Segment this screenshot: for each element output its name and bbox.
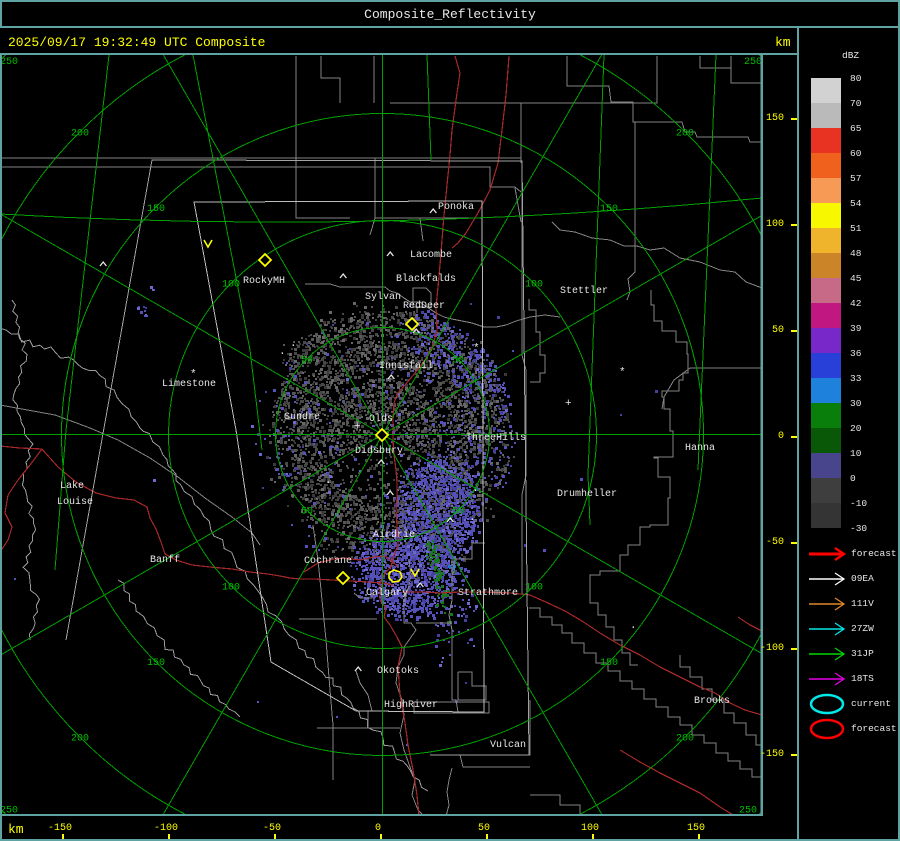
svg-text:100: 100 bbox=[525, 582, 543, 593]
svg-text:150: 150 bbox=[600, 658, 618, 669]
svg-text:.: . bbox=[325, 475, 332, 487]
svg-text:HighRiver: HighRiver bbox=[384, 699, 438, 711]
svg-text:Stettler: Stettler bbox=[560, 285, 608, 297]
svg-text:Banff: Banff bbox=[150, 554, 180, 566]
svg-text:Sundre: Sundre bbox=[284, 411, 320, 423]
svg-text:150: 150 bbox=[600, 204, 618, 215]
svg-text:50: 50 bbox=[301, 507, 313, 518]
svg-text:*: * bbox=[190, 369, 197, 381]
svg-text:250: 250 bbox=[0, 57, 18, 68]
svg-text:Blackfalds: Blackfalds bbox=[396, 273, 456, 285]
svg-text:.: . bbox=[469, 512, 476, 524]
svg-text:Brooks: Brooks bbox=[694, 695, 730, 707]
svg-text:Airdrie: Airdrie bbox=[373, 529, 415, 541]
svg-text:50: 50 bbox=[301, 355, 313, 366]
svg-text:*: * bbox=[619, 367, 626, 379]
svg-text:50: 50 bbox=[452, 507, 464, 518]
svg-text:Lake: Lake bbox=[60, 480, 84, 492]
svg-text:Lacombe: Lacombe bbox=[410, 249, 452, 261]
svg-text:Ponoka: Ponoka bbox=[438, 201, 474, 213]
svg-text:100: 100 bbox=[222, 280, 240, 291]
svg-text:200: 200 bbox=[71, 128, 89, 139]
svg-text:Sylvan: Sylvan bbox=[365, 291, 401, 303]
svg-text:Drumheller: Drumheller bbox=[557, 488, 617, 500]
svg-text:Cochrane: Cochrane bbox=[304, 555, 352, 567]
svg-text:100: 100 bbox=[525, 280, 543, 291]
svg-text:100: 100 bbox=[222, 582, 240, 593]
svg-text:Limestone: Limestone bbox=[162, 378, 216, 390]
svg-text:200: 200 bbox=[676, 734, 694, 745]
svg-text:Olds: Olds bbox=[369, 413, 393, 425]
svg-text:200: 200 bbox=[71, 734, 89, 745]
svg-text:RockyMH: RockyMH bbox=[243, 275, 285, 287]
svg-text:Strathmore: Strathmore bbox=[458, 587, 518, 599]
svg-text:*: * bbox=[473, 343, 480, 355]
svg-text:RedDeer: RedDeer bbox=[403, 300, 445, 312]
svg-text:Vulcan: Vulcan bbox=[490, 739, 526, 751]
svg-text:Innisfail: Innisfail bbox=[379, 360, 433, 372]
svg-text:Okotoks: Okotoks bbox=[377, 665, 419, 677]
svg-text:150: 150 bbox=[147, 204, 165, 215]
svg-text:+: + bbox=[354, 421, 361, 433]
svg-text:.: . bbox=[630, 620, 637, 632]
svg-text:+: + bbox=[565, 398, 572, 410]
svg-text:.: . bbox=[279, 346, 286, 358]
svg-text:ThreeHills: ThreeHills bbox=[466, 432, 526, 444]
svg-text:.: . bbox=[290, 338, 297, 350]
svg-text:.: . bbox=[472, 483, 479, 495]
svg-text:Louise: Louise bbox=[57, 496, 93, 508]
svg-text:Hanna: Hanna bbox=[685, 443, 715, 454]
svg-text:50: 50 bbox=[452, 355, 464, 366]
svg-text:Didsbury: Didsbury bbox=[355, 445, 403, 457]
svg-text:Calgary: Calgary bbox=[366, 587, 408, 599]
svg-text:200: 200 bbox=[676, 128, 694, 139]
svg-text:150: 150 bbox=[147, 658, 165, 669]
svg-text:250: 250 bbox=[744, 57, 762, 68]
